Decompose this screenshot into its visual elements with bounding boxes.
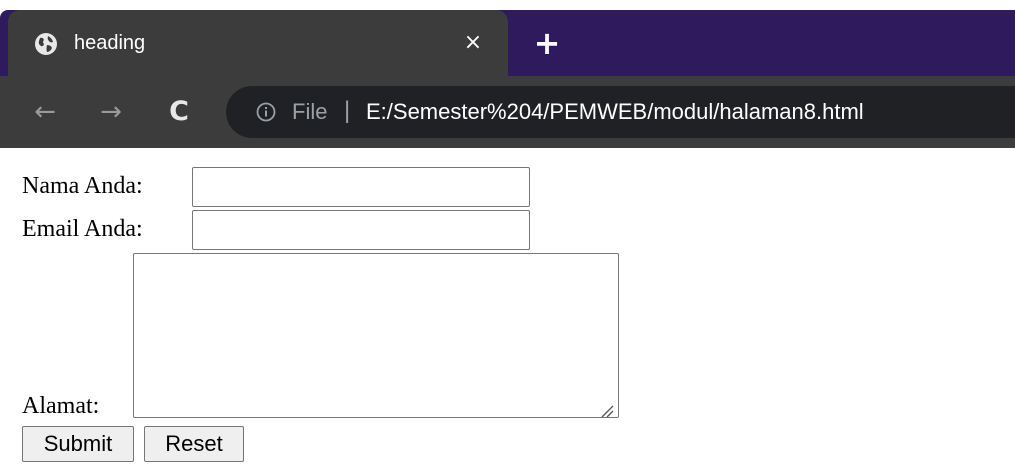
globe-icon	[34, 32, 58, 56]
back-arrow-icon[interactable]: ←	[30, 97, 60, 127]
nama-input[interactable]	[192, 167, 530, 207]
tab-heading[interactable]: heading ×	[8, 10, 508, 76]
reload-icon[interactable]: C	[164, 97, 194, 127]
close-icon[interactable]: ×	[460, 30, 486, 56]
top-strip	[0, 0, 1015, 10]
submit-button[interactable]: Submit	[22, 426, 134, 462]
url-text[interactable]: E:/Semester%204/PEMWEB/modul/halaman8.ht…	[366, 99, 864, 125]
browser-toolbar: ← → C File | E:/Semester%204/PEMWEB/modu…	[0, 76, 1015, 148]
forward-arrow-icon[interactable]: →	[96, 97, 126, 127]
new-tab-button[interactable]: +	[530, 26, 564, 60]
tab-bar: heading × +	[0, 10, 1015, 76]
nama-label: Nama Anda:	[22, 173, 143, 199]
page-content: Nama Anda: Email Anda: Alamat: Submit Re…	[0, 148, 1015, 464]
resize-grip-icon[interactable]	[598, 398, 614, 418]
info-icon[interactable]	[256, 102, 276, 122]
omnibox-divider: |	[344, 97, 351, 124]
email-input[interactable]	[192, 210, 530, 250]
alamat-textarea[interactable]	[133, 253, 619, 418]
email-label: Email Anda:	[22, 216, 143, 242]
reset-button[interactable]: Reset	[144, 426, 244, 462]
alamat-label: Alamat:	[22, 393, 100, 419]
scheme-label: File	[292, 99, 328, 124]
tab-title: heading	[74, 32, 146, 54]
address-bar[interactable]: File | E:/Semester%204/PEMWEB/modul/hala…	[226, 86, 1015, 138]
